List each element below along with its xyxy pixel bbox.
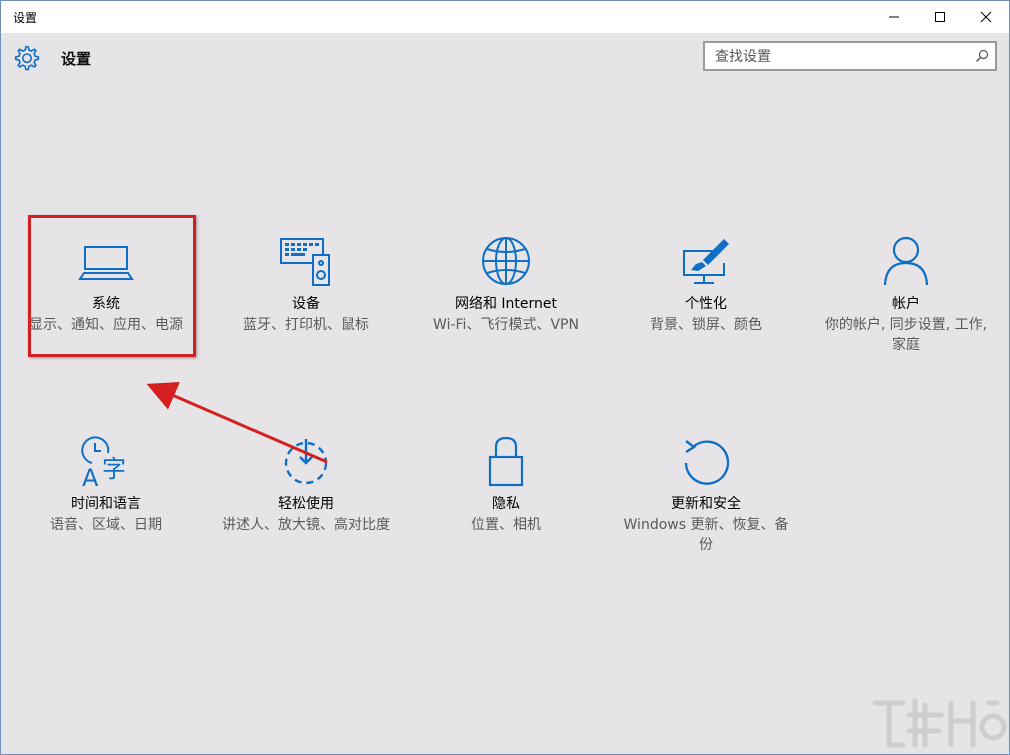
annotation-arrow	[146, 382, 328, 464]
settings-window: 设置 设置 查找设置 系统 显示、通知、应用、电源 设备 蓝牙、打印机、鼠标 网…	[0, 0, 1010, 755]
watermark-logo	[872, 698, 1007, 748]
